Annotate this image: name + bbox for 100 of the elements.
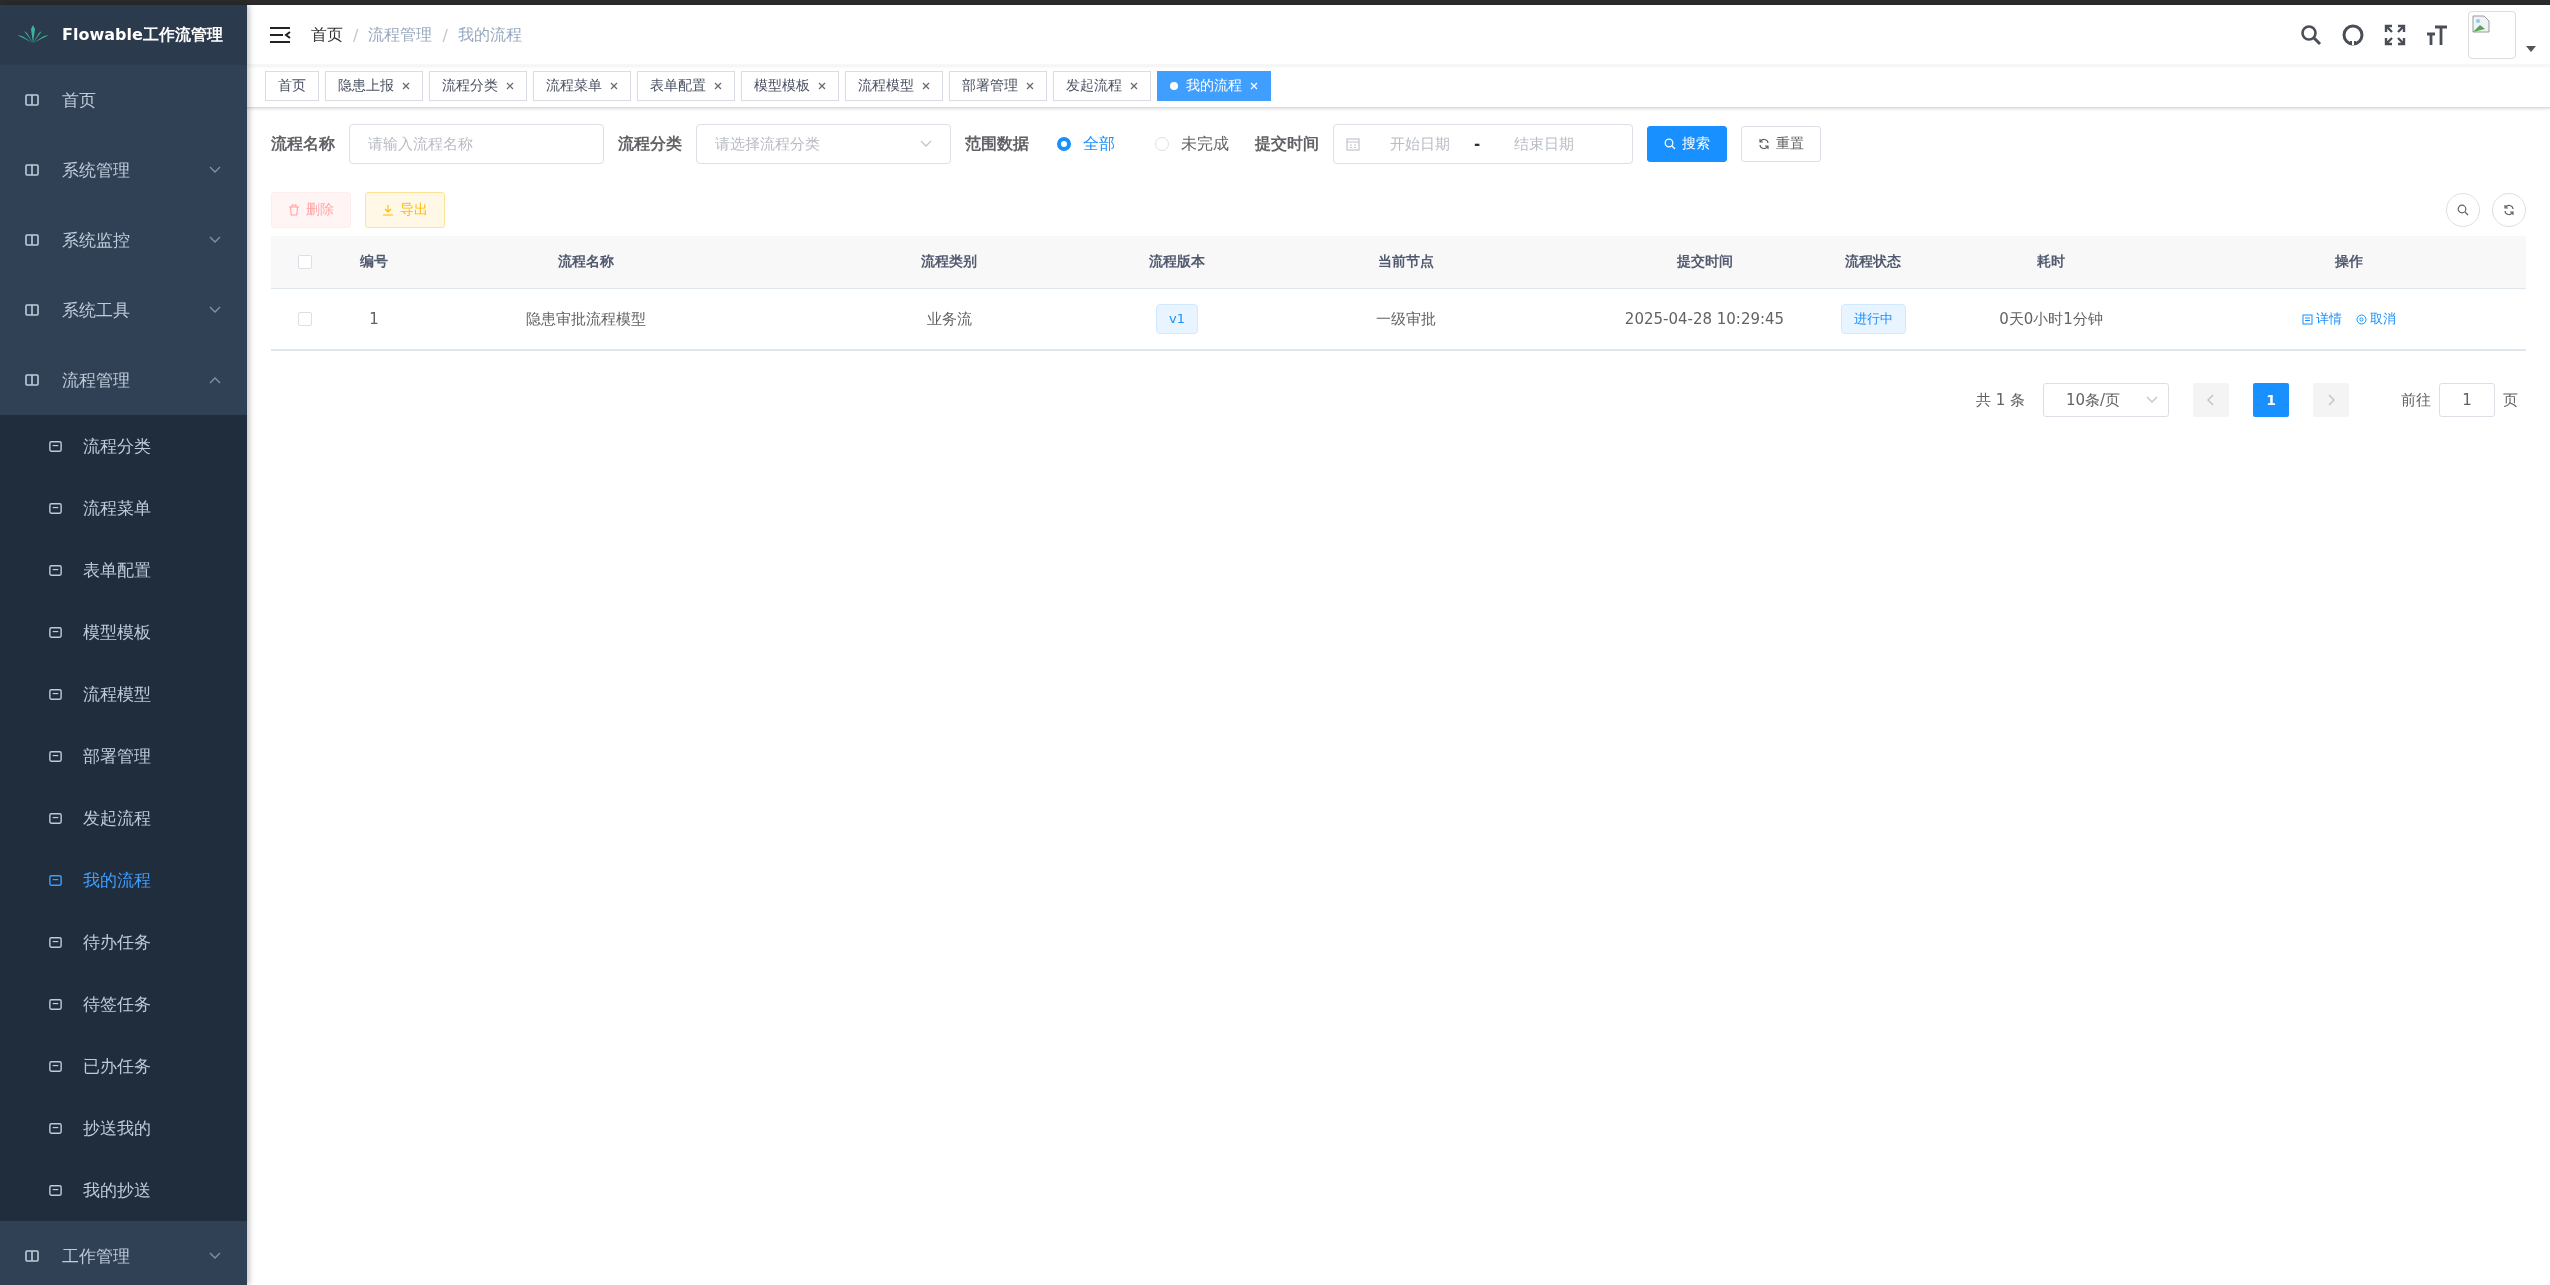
chevron-icon (209, 166, 221, 174)
form-label: 流程分类 (618, 133, 682, 155)
menu-icon (48, 686, 63, 702)
sidebar-submenu-item[interactable]: 流程菜单 (0, 477, 247, 539)
menu-icon (24, 372, 40, 388)
scope-radio[interactable]: 未完成 (1155, 133, 1229, 155)
date-range-field[interactable]: 开始日期 - 结束日期 (1333, 124, 1633, 164)
sidebar-menu-item[interactable]: 首页 (0, 65, 247, 135)
sidebar-submenu-item[interactable]: 我的流程 (0, 849, 247, 911)
close-icon[interactable] (714, 82, 722, 90)
sidebar-submenu-item[interactable]: 待办任务 (0, 911, 247, 973)
font-size-icon[interactable] (2426, 24, 2448, 46)
goto-label: 前往 (2401, 390, 2431, 410)
broken-image-icon (2471, 14, 2491, 34)
tab[interactable]: 部署管理 (949, 71, 1047, 101)
column-header: 流程状态 (1844, 253, 1902, 271)
trash-icon (288, 204, 300, 216)
active-dot-icon (1170, 82, 1178, 90)
search-icon[interactable] (2300, 24, 2322, 46)
search-icon (2457, 204, 2469, 216)
breadcrumb-item[interactable]: 首页 (311, 24, 343, 46)
menu-icon (48, 438, 63, 454)
chevron-icon (209, 306, 221, 314)
refresh-button[interactable] (2492, 193, 2526, 227)
tab[interactable]: 流程分类 (429, 71, 527, 101)
column-header: 编号 (359, 253, 389, 271)
column-header: 耗时 (2036, 253, 2066, 271)
sidebar-submenu-item[interactable]: 表单配置 (0, 539, 247, 601)
table-cell-text: 业务流 (925, 309, 973, 329)
tab[interactable]: 流程模型 (845, 71, 943, 101)
close-icon[interactable] (922, 82, 930, 90)
sidebar-submenu-item[interactable]: 发起流程 (0, 787, 247, 849)
column-header: 流程名称 (557, 253, 615, 271)
refresh-icon (2503, 204, 2515, 216)
cancel-circle-icon (2356, 313, 2367, 325)
chevron-left-icon (2207, 394, 2215, 406)
sidebar-menu-item[interactable]: 系统管理 (0, 135, 247, 205)
fullscreen-icon[interactable] (2384, 24, 2406, 46)
sidebar-menu-item[interactable]: 系统工具 (0, 275, 247, 345)
menu-icon (48, 1058, 63, 1074)
download-icon (382, 204, 394, 216)
tab[interactable]: 模型模板 (741, 71, 839, 101)
version-tag: v1 (1156, 304, 1198, 334)
sidebar-submenu-item[interactable]: 模型模板 (0, 601, 247, 663)
search-toggle-button[interactable] (2446, 193, 2480, 227)
row-checkbox[interactable] (298, 312, 312, 326)
refresh-icon (1758, 138, 1770, 150)
menu-icon (48, 748, 63, 764)
sidebar-submenu-item[interactable]: 部署管理 (0, 725, 247, 787)
sidebar-submenu-item[interactable]: 流程分类 (0, 415, 247, 477)
close-icon[interactable] (1130, 82, 1138, 90)
menu-icon (24, 302, 40, 318)
menu-icon (24, 232, 40, 248)
table-cell-text: 1 (368, 310, 380, 328)
table-cell-text: 一级审批 (1375, 309, 1437, 329)
close-icon[interactable] (818, 82, 826, 90)
sidebar-menu-item[interactable]: 工作管理 (0, 1221, 247, 1285)
caret-down-icon[interactable] (2526, 46, 2536, 52)
process-name-field[interactable]: 请输入流程名称 (349, 124, 604, 164)
menu-icon (48, 1120, 63, 1136)
tab[interactable]: 首页 (265, 71, 319, 101)
tab[interactable]: 发起流程 (1053, 71, 1151, 101)
page-suffix: 页 (2503, 390, 2518, 410)
menu-icon (48, 872, 63, 888)
breadcrumb-item: 我的流程 (457, 24, 522, 46)
sidebar-submenu-item[interactable]: 流程模型 (0, 663, 247, 725)
menu-icon (48, 934, 63, 950)
menu-icon (48, 500, 63, 516)
table-cell-text: 隐患审批流程模型 (525, 309, 647, 329)
chevron-icon (209, 236, 221, 244)
menu-toggle-icon[interactable] (269, 26, 291, 44)
close-icon[interactable] (506, 82, 514, 90)
tab[interactable]: 隐患上报 (325, 71, 423, 101)
menu-icon (48, 1182, 63, 1198)
chevron-right-icon (2327, 394, 2335, 406)
page-size-select[interactable]: 10条/页 (2043, 383, 2169, 417)
close-icon[interactable] (402, 82, 410, 90)
menu-icon (24, 92, 40, 108)
document-icon (2302, 313, 2313, 325)
form-label: 范围数据 (965, 133, 1029, 155)
sidebar-submenu-item[interactable]: 已办任务 (0, 1035, 247, 1097)
leaf-logo-icon (16, 25, 50, 45)
breadcrumb-separator: / (442, 25, 448, 45)
select-all-checkbox[interactable] (298, 255, 312, 269)
tab[interactable]: 流程菜单 (533, 71, 631, 101)
menu-icon (24, 162, 40, 178)
close-icon[interactable] (1026, 82, 1034, 90)
close-icon[interactable] (610, 82, 618, 90)
chevron-icon (920, 140, 932, 148)
sidebar-menu-item[interactable]: 流程管理 (0, 345, 247, 415)
tab[interactable]: 表单配置 (637, 71, 735, 101)
column-header: 当前节点 (1377, 253, 1435, 271)
form-button[interactable]: 重置 (1741, 126, 1821, 162)
sidebar-submenu-item[interactable]: 待签任务 (0, 973, 247, 1035)
sidebar-submenu-item[interactable]: 我的抄送 (0, 1159, 247, 1221)
sidebar-menu-item[interactable]: 系统监控 (0, 205, 247, 275)
column-header: 流程类别 (920, 253, 978, 271)
form-label: 流程名称 (271, 133, 335, 155)
sidebar-submenu-item[interactable]: 抄送我的 (0, 1097, 247, 1159)
goto-page-field[interactable]: 1 (2439, 383, 2495, 417)
